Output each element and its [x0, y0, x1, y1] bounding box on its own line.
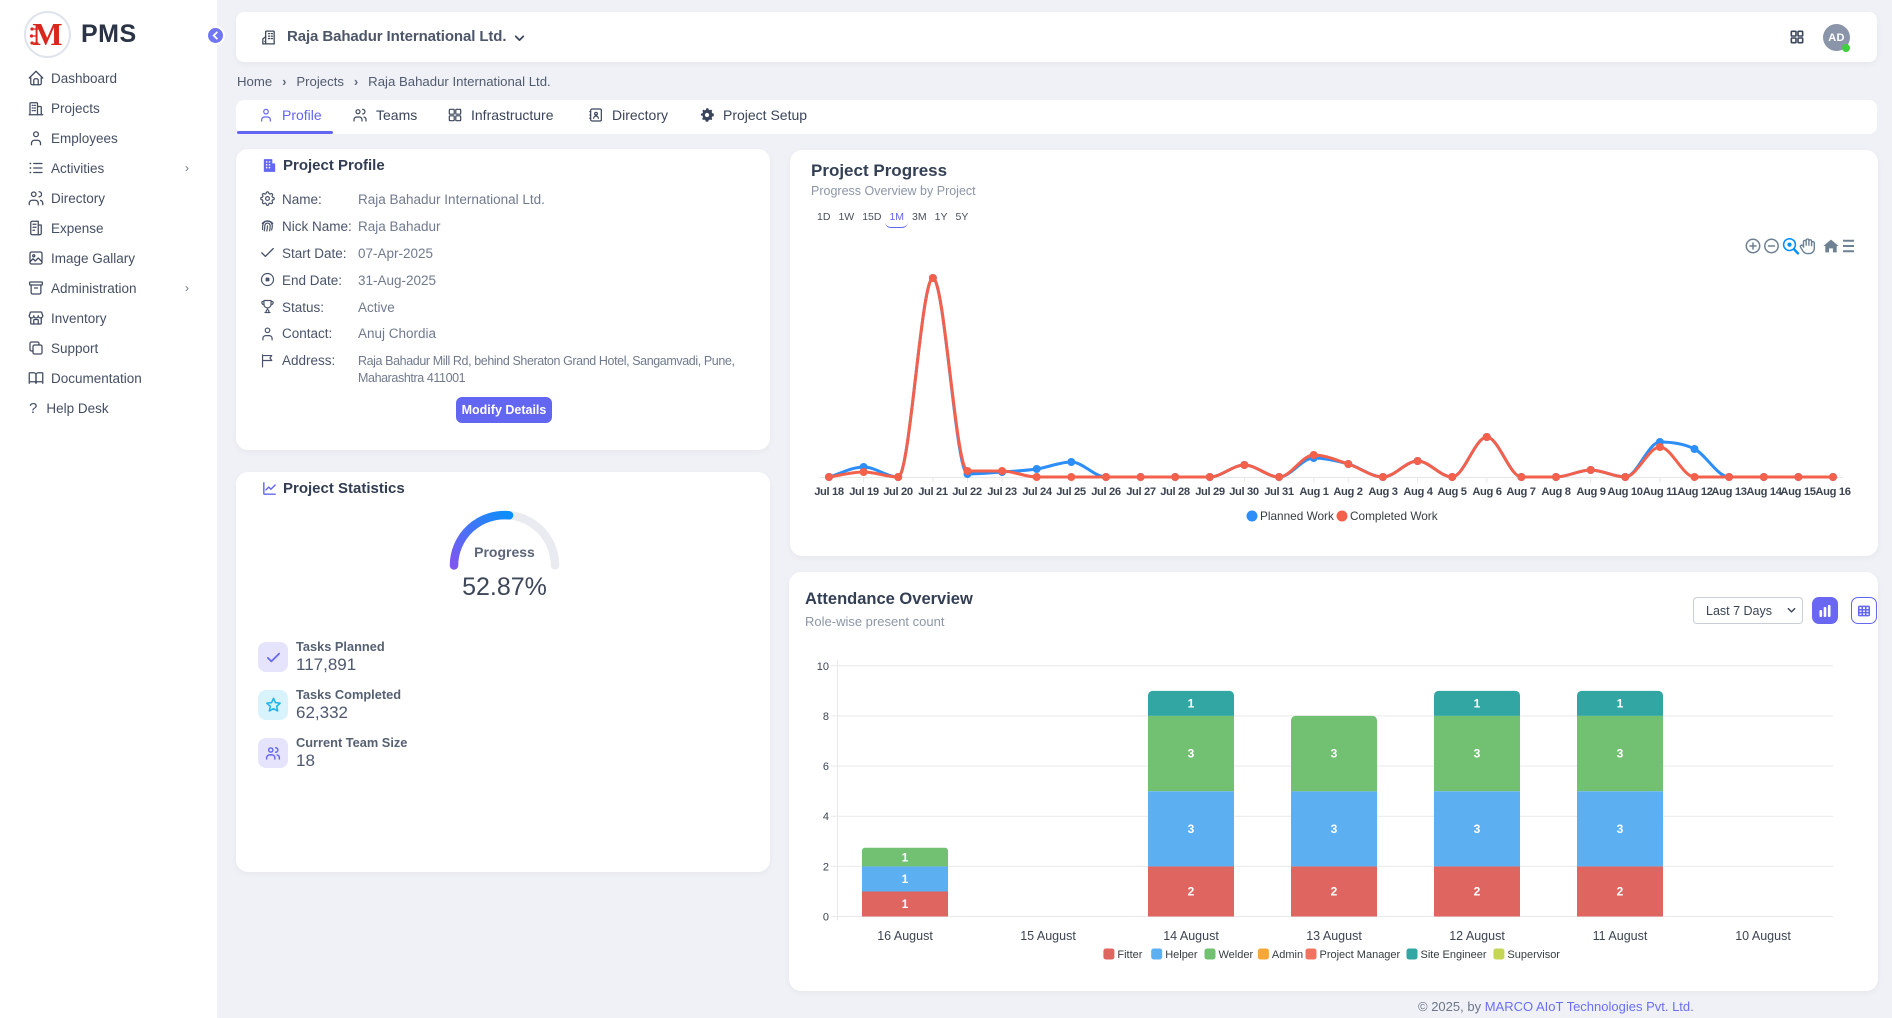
svg-text:2: 2 [1617, 885, 1624, 899]
svg-text:Welder: Welder [1219, 949, 1254, 961]
svg-text:52.87%: 52.87% [462, 573, 547, 601]
svg-text:Aug 10: Aug 10 [1607, 486, 1642, 498]
svg-text:1: 1 [1188, 697, 1195, 711]
svg-text:14 August: 14 August [1163, 929, 1219, 943]
svg-text:1: 1 [1617, 697, 1624, 711]
svg-text:Aug 4: Aug 4 [1403, 486, 1433, 498]
svg-text:Jul 26: Jul 26 [1091, 486, 1121, 498]
svg-text:1: 1 [1474, 697, 1481, 711]
svg-text:1: 1 [902, 872, 909, 886]
svg-text:Jul 29: Jul 29 [1195, 486, 1225, 498]
svg-text:10 August: 10 August [1735, 929, 1791, 943]
svg-text:12 August: 12 August [1449, 929, 1505, 943]
svg-text:Jul 30: Jul 30 [1229, 486, 1259, 498]
svg-text:4: 4 [823, 811, 829, 823]
svg-text:3: 3 [1617, 747, 1624, 761]
svg-text:10: 10 [817, 661, 829, 673]
svg-text:Jul 24: Jul 24 [1022, 486, 1053, 498]
svg-text:Planned Work: Planned Work [1260, 509, 1334, 523]
svg-text:Aug 16: Aug 16 [1815, 486, 1850, 498]
svg-text:Completed Work: Completed Work [1350, 509, 1438, 523]
svg-text:Aug 11: Aug 11 [1643, 486, 1678, 498]
svg-text:15 August: 15 August [1020, 929, 1076, 943]
svg-text:Jul 22: Jul 22 [952, 486, 982, 498]
svg-text:Project Manager: Project Manager [1320, 949, 1401, 961]
svg-text:Aug 1: Aug 1 [1299, 486, 1328, 498]
svg-text:Aug 2: Aug 2 [1333, 486, 1362, 498]
svg-text:Aug 13: Aug 13 [1711, 486, 1746, 498]
svg-text:Jul 31: Jul 31 [1264, 486, 1294, 498]
svg-text:Aug 9: Aug 9 [1576, 486, 1605, 498]
svg-text:3: 3 [1617, 822, 1624, 836]
svg-text:Jul 19: Jul 19 [849, 486, 879, 498]
svg-text:3: 3 [1188, 747, 1195, 761]
svg-text:Aug 15: Aug 15 [1780, 486, 1815, 498]
svg-text:Aug 14: Aug 14 [1746, 486, 1782, 498]
svg-text:Admin: Admin [1272, 949, 1303, 961]
svg-text:Supervisor: Supervisor [1507, 949, 1560, 961]
svg-text:Progress: Progress [474, 544, 535, 560]
svg-text:11 August: 11 August [1593, 929, 1648, 943]
svg-text:16 August: 16 August [877, 929, 933, 943]
svg-text:Site Engineer: Site Engineer [1421, 949, 1487, 961]
svg-text:3: 3 [1331, 747, 1338, 761]
svg-text:3: 3 [1331, 822, 1338, 836]
svg-text:Aug 7: Aug 7 [1506, 486, 1535, 498]
svg-text:Aug 5: Aug 5 [1437, 486, 1466, 498]
svg-text:0: 0 [823, 912, 829, 924]
svg-text:Jul 21: Jul 21 [918, 486, 948, 498]
svg-text:Helper: Helper [1165, 949, 1198, 961]
svg-text:Jul 25: Jul 25 [1056, 486, 1086, 498]
svg-text:13 August: 13 August [1306, 929, 1362, 943]
svg-text:Aug 8: Aug 8 [1541, 486, 1570, 498]
svg-text:2: 2 [1474, 885, 1481, 899]
svg-text:Jul 23: Jul 23 [987, 486, 1017, 498]
svg-text:Aug 6: Aug 6 [1472, 486, 1501, 498]
svg-text:2: 2 [823, 861, 829, 873]
svg-text:Aug 3: Aug 3 [1368, 486, 1397, 498]
svg-text:3: 3 [1188, 822, 1195, 836]
svg-text:Aug 12: Aug 12 [1677, 486, 1712, 498]
svg-text:Jul 20: Jul 20 [883, 486, 913, 498]
svg-text:Fitter: Fitter [1117, 949, 1142, 961]
svg-text:1: 1 [902, 897, 909, 911]
svg-text:3: 3 [1474, 747, 1481, 761]
svg-text:2: 2 [1188, 885, 1195, 899]
svg-text:2: 2 [1331, 885, 1338, 899]
svg-text:1: 1 [902, 850, 909, 864]
svg-text:6: 6 [823, 761, 829, 773]
svg-text:Jul 27: Jul 27 [1126, 486, 1156, 498]
svg-text:Jul 28: Jul 28 [1160, 486, 1190, 498]
svg-text:8: 8 [823, 711, 829, 723]
svg-text:Jul 18: Jul 18 [814, 486, 844, 498]
svg-text:3: 3 [1474, 822, 1481, 836]
